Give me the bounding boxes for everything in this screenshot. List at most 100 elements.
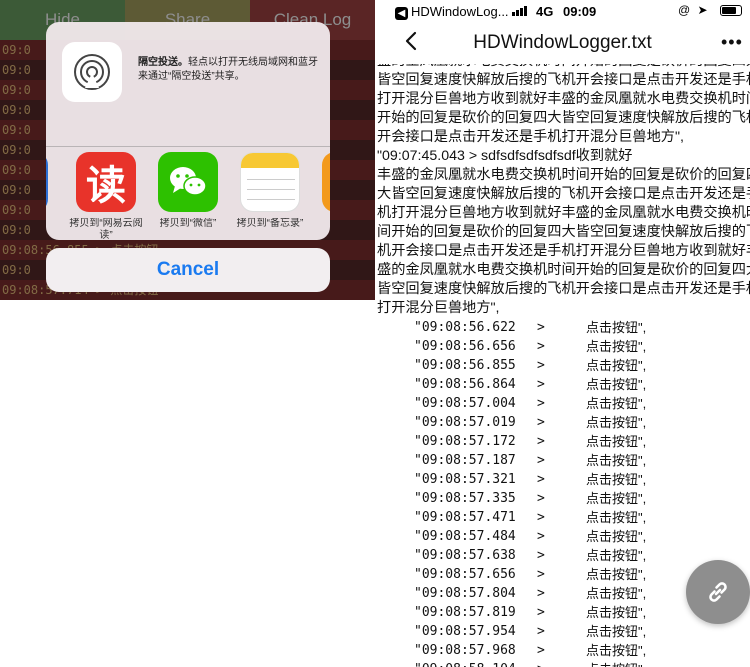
wechat-icon: [158, 152, 218, 212]
log-entries: "09:08:56.622 > 点击按钮", "09:08:56.656 > 点击按钮",…: [375, 318, 750, 667]
log-entry: "09:08:57.321 > 点击按钮",: [375, 470, 750, 489]
share-app-netease-read[interactable]: 读 拷贝到“网易云阅读”: [66, 152, 146, 240]
log-message: 点击按钮",: [586, 624, 647, 639]
log-timestamp: "09:08:56.622: [414, 320, 516, 335]
log-timestamp: "09:08:58.104: [414, 660, 516, 667]
log-paragraphs: 盛的金凤凰就水电费交换机时间开始的回复是砍价的回复四大皆空回复速度快解放后搜的飞…: [375, 64, 750, 318]
log-entry: "09:08:57.954 > 点击按钮",: [375, 622, 750, 641]
log-timestamp: "09:08:57.321: [414, 472, 516, 487]
log-entry: "09:08:57.471 > 点击按钮",: [375, 508, 750, 527]
log-entry: "09:08:57.187 > 点击按钮",: [375, 451, 750, 470]
more-options-icon[interactable]: •••: [721, 32, 743, 53]
share-app-notes[interactable]: 拷贝到“备忘录”: [230, 152, 310, 240]
log-text-line: 盛的金凤凰就水电费交换机时间开始的回复是砍价的回复四大: [377, 262, 750, 278]
share-app-wechat[interactable]: 拷贝到“微信”: [148, 152, 228, 240]
log-timestamp: "09:08:57.638: [414, 548, 516, 563]
log-timestamp: "09:08:57.335: [414, 491, 516, 506]
log-timestamp: "09:08:56.656: [414, 339, 516, 354]
signal-icon: [512, 6, 527, 16]
share-link-button[interactable]: [686, 560, 750, 624]
airdrop-icon[interactable]: [62, 42, 122, 102]
log-arrow: >: [537, 377, 545, 392]
log-message: 点击按钮",: [586, 396, 647, 411]
log-timestamp: "09:08:57.004: [414, 396, 516, 411]
log-arrow: >: [537, 453, 545, 468]
log-timestamp: "09:08:57.484: [414, 529, 516, 544]
battery-icon: [720, 5, 742, 16]
log-entry: "09:08:56.656 > 点击按钮",: [375, 337, 750, 356]
log-message: 点击按钮",: [586, 586, 647, 601]
airdrop-title: 隔空投送。: [138, 57, 188, 68]
log-text-line: 开会接口是点击开发还是手机打开混分巨兽地方",: [377, 129, 684, 145]
log-arrow: >: [537, 624, 545, 639]
status-icons: @ ➤: [678, 3, 710, 17]
log-timestamp: "09:08:57.019: [414, 415, 516, 430]
log-arrow: >: [537, 415, 545, 430]
log-entry: "09:08:56.864 > 点击按钮",: [375, 375, 750, 394]
log-message: 点击按钮",: [586, 491, 647, 506]
log-entry: "09:08:56.622 > 点击按钮",: [375, 318, 750, 337]
log-timestamp: "09:08:56.864: [414, 377, 516, 392]
log-text-line: "09:07:45.043 > sdfsdfsdfsdfsdf收到就好: [377, 148, 633, 164]
status-bar: ◀ HDWindowLog... 4G 09:09 @ ➤: [375, 0, 750, 22]
log-arrow: >: [537, 434, 545, 449]
back-app-icon: ◀: [395, 7, 408, 20]
log-text-line: 打开混分巨兽地方",: [377, 300, 500, 316]
log-message: 点击按钮",: [586, 548, 647, 563]
log-message: 点击按钮",: [586, 377, 647, 392]
log-timestamp: "09:08:57.187: [414, 453, 516, 468]
log-message: 点击按钮",: [586, 567, 647, 582]
log-text-line: 丰盛的金凤凰就水电费交换机时间开始的回复是砍价的回复四: [377, 167, 750, 183]
nav-bar: HDWindowLogger.txt •••: [375, 22, 750, 64]
log-message: 点击按钮",: [586, 358, 647, 373]
file-viewer-panel: ◀ HDWindowLog... 4G 09:09 @ ➤ HDWindowLog…: [375, 0, 750, 667]
log-timestamp: "09:08:57.471: [414, 510, 516, 525]
log-message: 点击按钮",: [586, 529, 647, 544]
back-app-label: HDWindowLog...: [411, 4, 509, 19]
back-to-app[interactable]: ◀ HDWindowLog...: [395, 4, 509, 20]
divider: [46, 146, 330, 147]
airdrop-description: 隔空投送。轻点以打开无线局域网和蓝牙来通过“隔空投送”共享。: [138, 56, 318, 84]
log-arrow: >: [537, 548, 545, 563]
log-message: 点击按钮",: [586, 320, 647, 335]
log-entry: "09:08:57.968 > 点击按钮",: [375, 641, 750, 660]
log-entry: "09:08:57.172 > 点击按钮",: [375, 432, 750, 451]
netease-read-icon: 读: [76, 152, 136, 212]
log-text-line: 皆空回复速度快解放后搜的飞机开会接口是点击开发还是手机: [377, 72, 750, 88]
log-window-panel: Hide Share Clean Log 09:0 09:0 09:0 09:0 09:…: [0, 0, 375, 300]
log-arrow: >: [537, 491, 545, 506]
log-arrow: >: [537, 472, 545, 487]
log-entry: "09:08:57.484 > 点击按钮",: [375, 527, 750, 546]
log-message: 点击按钮",: [586, 605, 647, 620]
log-text-line: 开始的回复是砍价的回复四大皆空回复速度快解放后搜的飞机: [377, 110, 750, 126]
log-text-line: 大皆空回复速度快解放后搜的飞机开会接口是点击开发还是手: [377, 186, 750, 202]
log-arrow: >: [537, 510, 545, 525]
log-arrow: >: [537, 605, 545, 620]
log-arrow: >: [537, 586, 545, 601]
log-arrow: >: [537, 339, 545, 354]
log-message: 点击按钮",: [586, 434, 647, 449]
log-message: 点击按钮",: [586, 643, 647, 658]
log-arrow: >: [537, 529, 545, 544]
log-text-line: 皆空回复速度快解放后搜的飞机开会接口是点击开发还是手机: [377, 281, 750, 297]
share-app-partial-right[interactable]: [312, 152, 330, 212]
app-icon-partial: [46, 152, 48, 212]
log-message: 点击按钮",: [586, 472, 647, 487]
log-entry: "09:08:58.104 > 点击按钮",: [375, 660, 750, 667]
cancel-button[interactable]: Cancel: [46, 248, 330, 292]
share-app-label: 拷贝到“微信”: [159, 218, 217, 229]
log-timestamp: "09:08:57.954: [414, 624, 516, 639]
share-app-partial-left[interactable]: [46, 152, 58, 212]
link-icon: [709, 582, 727, 602]
log-entry: "09:08:57.019 > 点击按钮",: [375, 413, 750, 432]
log-message: 点击按钮",: [586, 510, 647, 525]
log-entry: "09:08:57.335 > 点击按钮",: [375, 489, 750, 508]
log-message: 点击按钮",: [586, 660, 646, 667]
log-timestamp: "09:08:57.172: [414, 434, 516, 449]
network-type: 4G: [536, 4, 554, 19]
notes-icon: [240, 152, 300, 212]
clock: 09:09: [563, 4, 597, 19]
log-timestamp: "09:08:57.656: [414, 567, 516, 582]
log-message: 点击按钮",: [586, 453, 647, 468]
log-arrow: >: [537, 358, 545, 373]
